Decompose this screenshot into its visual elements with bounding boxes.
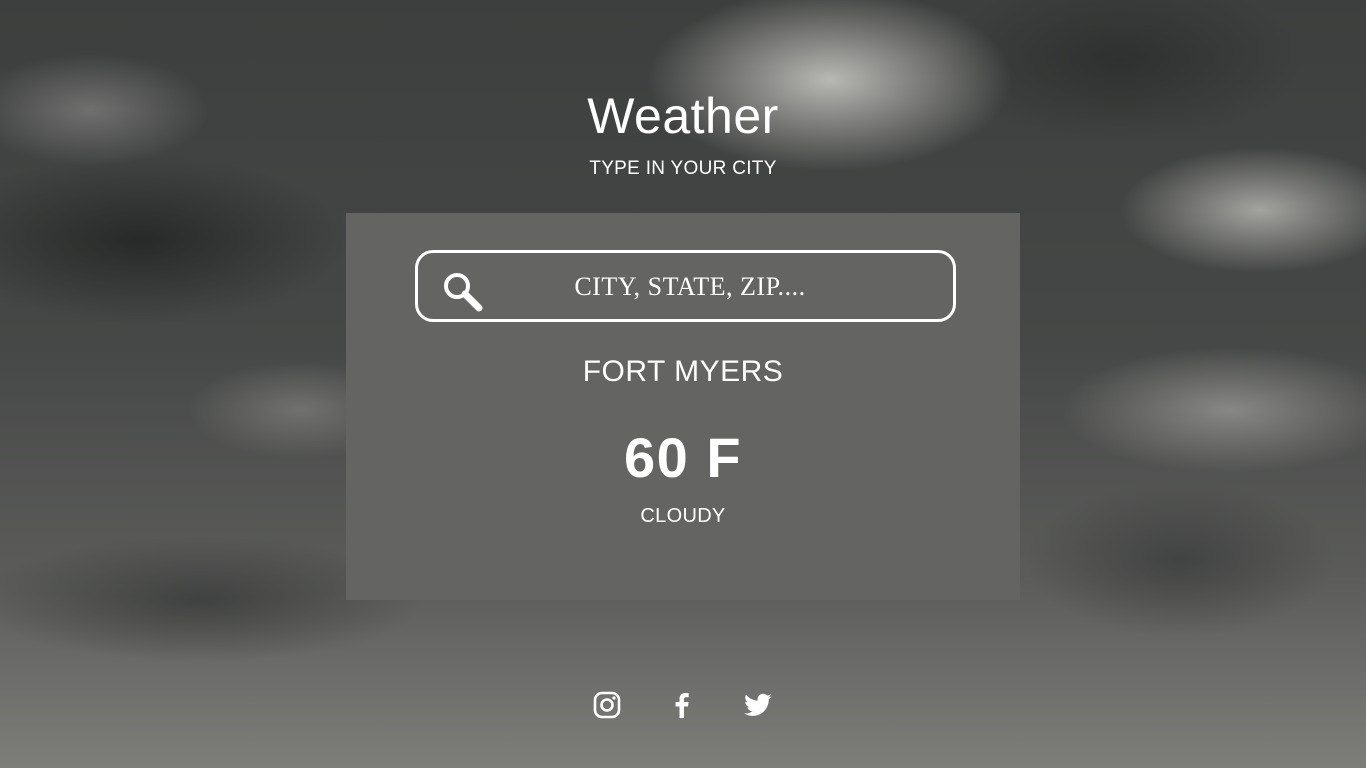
weather-condition: CLOUDY: [640, 505, 726, 527]
instagram-icon: [592, 690, 622, 720]
social-links: [0, 690, 1366, 720]
facebook-link[interactable]: [667, 690, 697, 720]
page-subtitle: TYPE IN YOUR CITY: [589, 158, 777, 179]
twitter-icon: [743, 690, 773, 720]
header: Weather TYPE IN YOUR CITY: [0, 84, 1366, 180]
search-icon[interactable]: [440, 269, 484, 313]
search-input[interactable]: [498, 265, 882, 309]
twitter-link[interactable]: [743, 690, 773, 720]
page-title: Weather: [587, 88, 779, 144]
weather-card: FORT MYERS 60 F CLOUDY: [346, 213, 1020, 600]
temperature: 60 F: [623, 426, 743, 489]
instagram-link[interactable]: [592, 690, 622, 720]
city-name: FORT MYERS: [582, 355, 784, 388]
weather-page: { "header": { "title": "Weather", "subti…: [0, 0, 1366, 768]
facebook-icon: [667, 690, 697, 720]
search-box[interactable]: [415, 250, 956, 322]
